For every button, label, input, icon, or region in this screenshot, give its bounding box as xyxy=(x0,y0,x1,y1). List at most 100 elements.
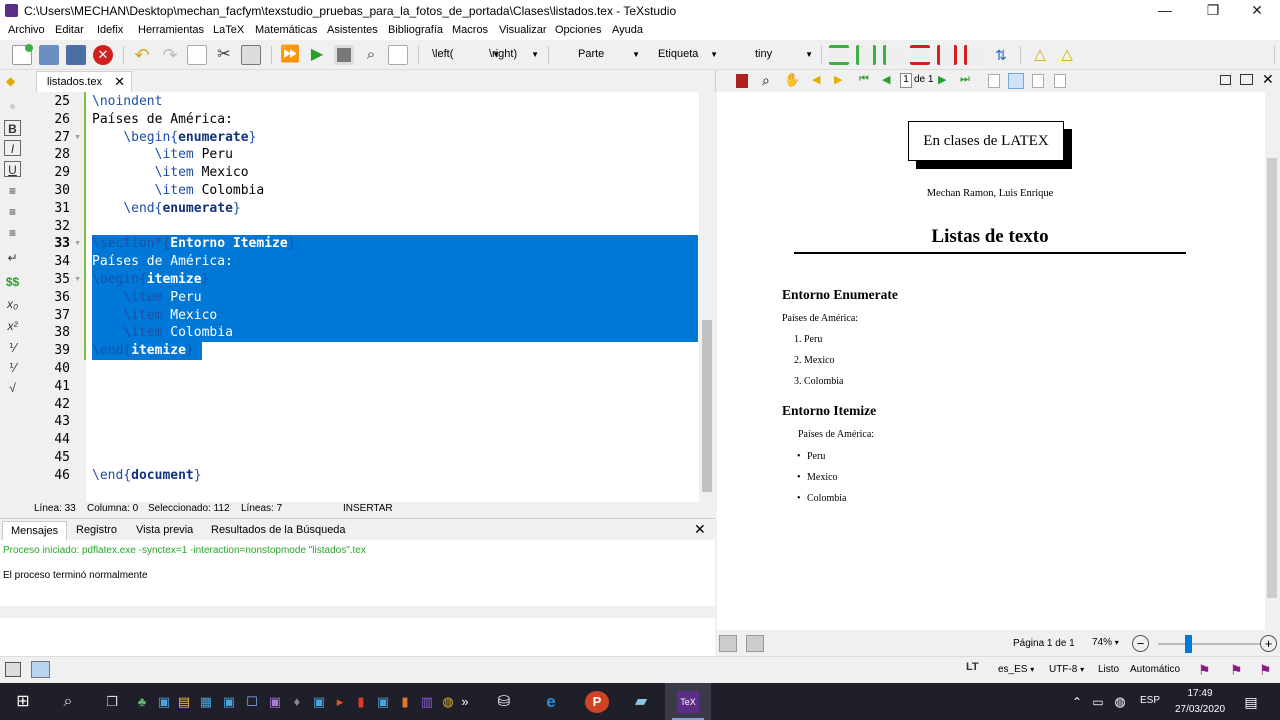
code-line[interactable]: \item Colombia xyxy=(92,182,265,200)
math-mode-icon[interactable]: $$ xyxy=(4,274,21,290)
dfrac-icon[interactable]: ⅟ xyxy=(4,360,21,376)
table-add-column-icon[interactable] xyxy=(856,45,876,65)
tab-registro[interactable]: Registro xyxy=(68,521,125,541)
code-line[interactable]: \end{itemize} xyxy=(92,342,194,360)
table-add-row-icon[interactable] xyxy=(829,45,849,65)
part-combo[interactable]: Parte ▼ xyxy=(578,46,640,64)
toggle-messages-icon[interactable] xyxy=(31,661,50,678)
tray-app-icon[interactable]: ▣ xyxy=(376,691,390,713)
network-icon[interactable]: ◍ xyxy=(1109,691,1131,713)
tex-status-icon[interactable]: ⚑ xyxy=(1230,662,1243,679)
notepad-icon[interactable]: ▰ xyxy=(630,691,652,713)
tray-app-icon[interactable]: ♣ xyxy=(135,691,149,713)
search-icon[interactable]: ⌕ xyxy=(57,691,79,713)
pdf-back-icon[interactable]: ◀ xyxy=(812,73,820,86)
align-left-icon[interactable]: ≡ xyxy=(4,183,21,199)
warning-alt-icon[interactable]: △ xyxy=(1057,45,1077,65)
zoom-out-icon[interactable]: − xyxy=(1132,635,1149,652)
code-editor[interactable]: \noindent Países de América: \begin{enume… xyxy=(86,92,699,502)
pdf-fit-width-icon[interactable] xyxy=(1008,73,1024,89)
menu-herramientas[interactable]: Herramientas xyxy=(138,24,204,36)
code-line[interactable]: \item Colombia xyxy=(92,324,233,342)
fold-toggle-icon[interactable]: ▼ xyxy=(74,240,81,247)
tray-app-icon[interactable]: ☐ xyxy=(245,691,259,713)
tex-status-icon[interactable]: ⚑ xyxy=(1198,662,1211,679)
align-right-icon[interactable]: ≡ xyxy=(4,225,21,241)
powerpoint-icon[interactable]: P xyxy=(585,691,609,713)
task-view-icon[interactable]: ❐ xyxy=(101,691,123,713)
menu-bibliografia[interactable]: Bibliografía xyxy=(388,24,443,36)
store-icon[interactable]: ⛁ xyxy=(493,691,515,713)
close-window-button[interactable]: ✕ xyxy=(1234,0,1280,22)
windows-start-icon[interactable]: ⊞ xyxy=(12,691,34,713)
pdf-preview[interactable]: En clases de LATEX Mechan Ramon, Luis En… xyxy=(717,92,1265,630)
tab-resultados[interactable]: Resultados de la Búsqueda xyxy=(203,521,354,541)
table-insert-column-icon[interactable] xyxy=(883,45,903,65)
pdf-sync-icon[interactable] xyxy=(719,635,737,652)
tab-menu-icon[interactable]: ◆ xyxy=(6,74,15,88)
align-center-icon[interactable]: ≡ xyxy=(4,204,21,220)
code-line[interactable]: \end{document} xyxy=(92,467,202,485)
tab-close-icon[interactable]: ✕ xyxy=(114,72,125,92)
menu-asistentes[interactable]: Asistentes xyxy=(327,24,378,36)
open-file-icon[interactable] xyxy=(39,45,59,65)
pdf-next-page-icon[interactable]: ▶ xyxy=(938,73,946,86)
pdf-forward-icon[interactable]: ▶ xyxy=(834,73,842,86)
pdf-fit-page-icon[interactable] xyxy=(1032,74,1044,88)
tray-chevron-icon[interactable]: ⌃ xyxy=(1066,691,1088,713)
office-icon[interactable]: ▮ xyxy=(354,691,368,713)
tab-listados[interactable]: listados.tex ✕ xyxy=(36,71,132,92)
code-line[interactable]: \end{enumerate} xyxy=(92,200,240,218)
messages-hscrollbar[interactable] xyxy=(0,606,715,618)
clock-time[interactable]: 17:49 xyxy=(1170,688,1230,699)
newline-icon[interactable]: ↵ xyxy=(4,250,21,266)
tray-app-icon[interactable]: ▦ xyxy=(199,691,213,713)
pdf-scroll-thumb[interactable] xyxy=(1267,158,1277,598)
save-icon[interactable] xyxy=(66,45,86,65)
code-line[interactable]: Países de América: xyxy=(92,111,233,129)
pdf-first-page-icon[interactable]: ⏮ xyxy=(859,73,869,86)
fraction-icon[interactable]: ⅟ xyxy=(4,340,21,356)
menu-opciones[interactable]: Opciones xyxy=(555,24,601,36)
code-line[interactable]: \noindent xyxy=(92,93,162,111)
scroll-thumb[interactable] xyxy=(702,320,712,492)
encoding-selector[interactable]: UTF-8 ▾ xyxy=(1049,664,1084,675)
menu-latex[interactable]: LaTeX xyxy=(213,24,244,36)
label-combo[interactable]: Etiqueta ▼ xyxy=(658,46,718,64)
view-pdf-icon[interactable]: ⌕ xyxy=(361,45,381,65)
maximize-button[interactable]: ❐ xyxy=(1190,0,1236,22)
zoom-in-icon[interactable]: + xyxy=(1260,635,1277,652)
structure-icon[interactable]: ● xyxy=(4,98,21,114)
pdf-prev-page-icon[interactable]: ◀ xyxy=(882,73,890,86)
tex-status-icon[interactable]: ⚑ xyxy=(1259,662,1272,679)
code-line[interactable]: \begin{itemize} xyxy=(92,271,209,289)
table-swap-icon[interactable]: ⇅ xyxy=(991,45,1011,65)
pdf-close-icon[interactable]: ✕ xyxy=(1262,71,1274,88)
subscript-icon[interactable]: x₀ xyxy=(4,296,21,312)
copy-icon[interactable] xyxy=(187,45,207,65)
stop-icon[interactable] xyxy=(334,45,354,65)
tray-app-icon[interactable]: ♦ xyxy=(290,691,304,713)
pdf-page-input[interactable]: 1 xyxy=(900,73,912,88)
superscript-icon[interactable]: x² xyxy=(4,318,21,334)
table-remove-row-icon[interactable] xyxy=(910,45,930,65)
code-line[interactable]: \item Mexico xyxy=(92,164,249,182)
pdf-window-icon[interactable] xyxy=(1240,74,1253,85)
tray-app-icon[interactable]: ▥ xyxy=(420,691,434,713)
pdf-embed-icon[interactable] xyxy=(1220,75,1231,85)
close-file-icon[interactable]: ✕ xyxy=(93,45,113,65)
menu-ayuda[interactable]: Ayuda xyxy=(612,24,643,36)
code-line[interactable]: \section*{Entorno Itemize} xyxy=(92,235,296,253)
fold-toggle-icon[interactable]: ▼ xyxy=(74,276,81,283)
tab-vista-previa[interactable]: Vista previa xyxy=(128,521,201,541)
zoom-slider-track[interactable] xyxy=(1158,643,1261,645)
pdf-sync-alt-icon[interactable] xyxy=(746,635,764,652)
warning-icon[interactable]: △ xyxy=(1030,45,1050,65)
right-delimiter-combo[interactable]: \right) ▼ xyxy=(489,46,539,64)
menu-archivo[interactable]: Archivo xyxy=(8,24,45,36)
close-messages-button[interactable]: ✕ xyxy=(694,521,706,538)
menu-editar[interactable]: Editar xyxy=(55,24,84,36)
table-remove-column-icon[interactable] xyxy=(937,45,957,65)
redo-icon[interactable]: ↷ xyxy=(160,45,180,65)
sqrt-icon[interactable]: √ xyxy=(4,380,21,396)
